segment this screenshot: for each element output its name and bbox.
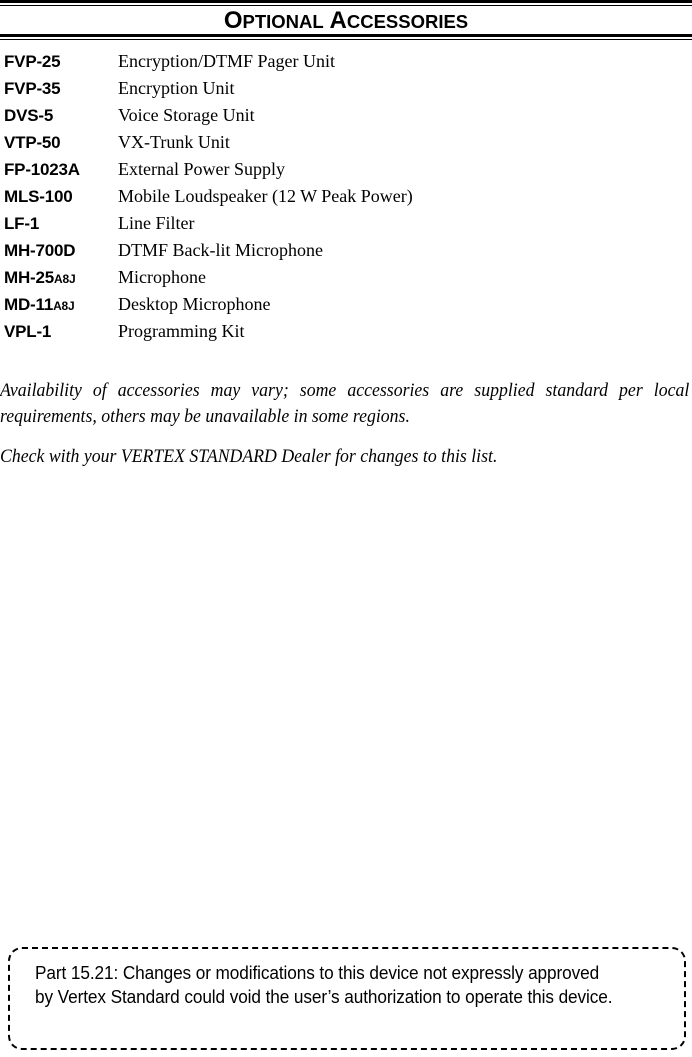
accessory-model: MD-11A8J — [4, 295, 75, 314]
accessory-description: DTMF Back-lit Microphone — [118, 240, 323, 260]
accessory-model: FVP-25 — [4, 52, 61, 71]
accessory-description: Microphone — [118, 267, 206, 287]
page-title-initial-1: O — [223, 7, 243, 34]
section-rule-top — [0, 0, 692, 6]
fcc-notice-text: Part 15.21: Changes or modifications to … — [35, 962, 613, 1007]
accessory-model: VPL-1 — [4, 322, 52, 341]
accessory-model: MH-25A8J — [4, 268, 76, 287]
page-title-initial-2: A — [329, 7, 347, 34]
list-item: DVS-5 Voice Storage Unit — [4, 102, 692, 129]
accessory-model: FP-1023A — [4, 160, 80, 179]
section-rule-bottom — [0, 34, 692, 40]
accessory-description: External Power Supply — [118, 159, 285, 179]
list-item: VPL-1 Programming Kit — [4, 318, 692, 345]
list-item: FVP-25 Encryption/DTMF Pager Unit — [4, 48, 692, 75]
accessory-model: LF-1 — [4, 214, 40, 233]
list-item: MLS-100 Mobile Loudspeaker (12 W Peak Po… — [4, 183, 692, 210]
accessory-description: Line Filter — [118, 213, 195, 233]
document-page: OPTIONAL ACCESSORIES FVP-25 Encryption/D… — [0, 0, 692, 1057]
list-item: FVP-35 Encryption Unit — [4, 75, 692, 102]
accessory-model: MH-700D — [4, 241, 76, 260]
accessory-model: MLS-100 — [4, 187, 73, 206]
accessory-model-suffix: A8J — [53, 299, 75, 313]
page-title-rest-2: CCESSORIES — [346, 11, 469, 32]
accessory-description: Mobile Loudspeaker (12 W Peak Power) — [118, 186, 413, 206]
list-item: MD-11A8J Desktop Microphone — [4, 291, 692, 318]
list-item: LF-1 Line Filter — [4, 210, 692, 237]
list-item: VTP-50 VX-Trunk Unit — [4, 129, 692, 156]
fcc-notice-box: Part 15.21: Changes or modifications to … — [8, 947, 686, 1050]
list-item: MH-700D DTMF Back-lit Microphone — [4, 237, 692, 264]
list-item: MH-25A8J Microphone — [4, 264, 692, 291]
accessory-description: Encryption/DTMF Pager Unit — [118, 51, 335, 71]
page-title: OPTIONAL ACCESSORIES — [0, 7, 692, 34]
accessory-model: VTP-50 — [4, 133, 61, 152]
accessory-model: FVP-35 — [4, 79, 61, 98]
accessories-list: FVP-25 Encryption/DTMF Pager Unit FVP-35… — [4, 48, 692, 345]
accessory-description: Programming Kit — [118, 321, 245, 341]
accessory-model: DVS-5 — [4, 106, 54, 125]
list-item: FP-1023A External Power Supply — [4, 156, 692, 183]
accessory-model-suffix: A8J — [54, 272, 76, 286]
dealer-note: Check with your VERTEX STANDARD Dealer f… — [0, 446, 498, 467]
page-title-rest-1: PTIONAL — [242, 11, 324, 32]
availability-note: Availability of accessories may vary; so… — [0, 380, 690, 427]
accessory-description: Encryption Unit — [118, 78, 235, 98]
accessory-description: Voice Storage Unit — [118, 105, 255, 125]
accessory-description: VX-Trunk Unit — [118, 132, 230, 152]
accessory-description: Desktop Microphone — [118, 294, 271, 314]
